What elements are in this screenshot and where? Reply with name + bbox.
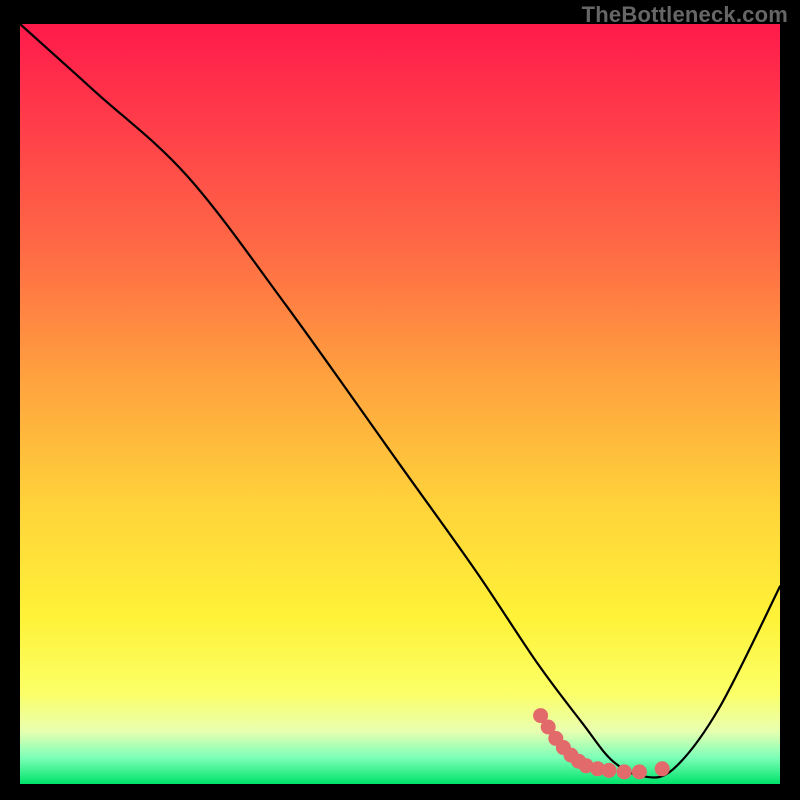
bottleneck-curve — [20, 24, 780, 778]
chart-wrapper: TheBottleneck.com — [0, 0, 800, 800]
optimal-markers — [533, 708, 670, 779]
curve-layer — [20, 24, 780, 784]
optimal-marker — [602, 763, 617, 778]
optimal-marker — [632, 764, 647, 779]
optimal-marker — [655, 761, 670, 776]
optimal-marker — [617, 764, 632, 779]
plot-area — [20, 24, 780, 784]
